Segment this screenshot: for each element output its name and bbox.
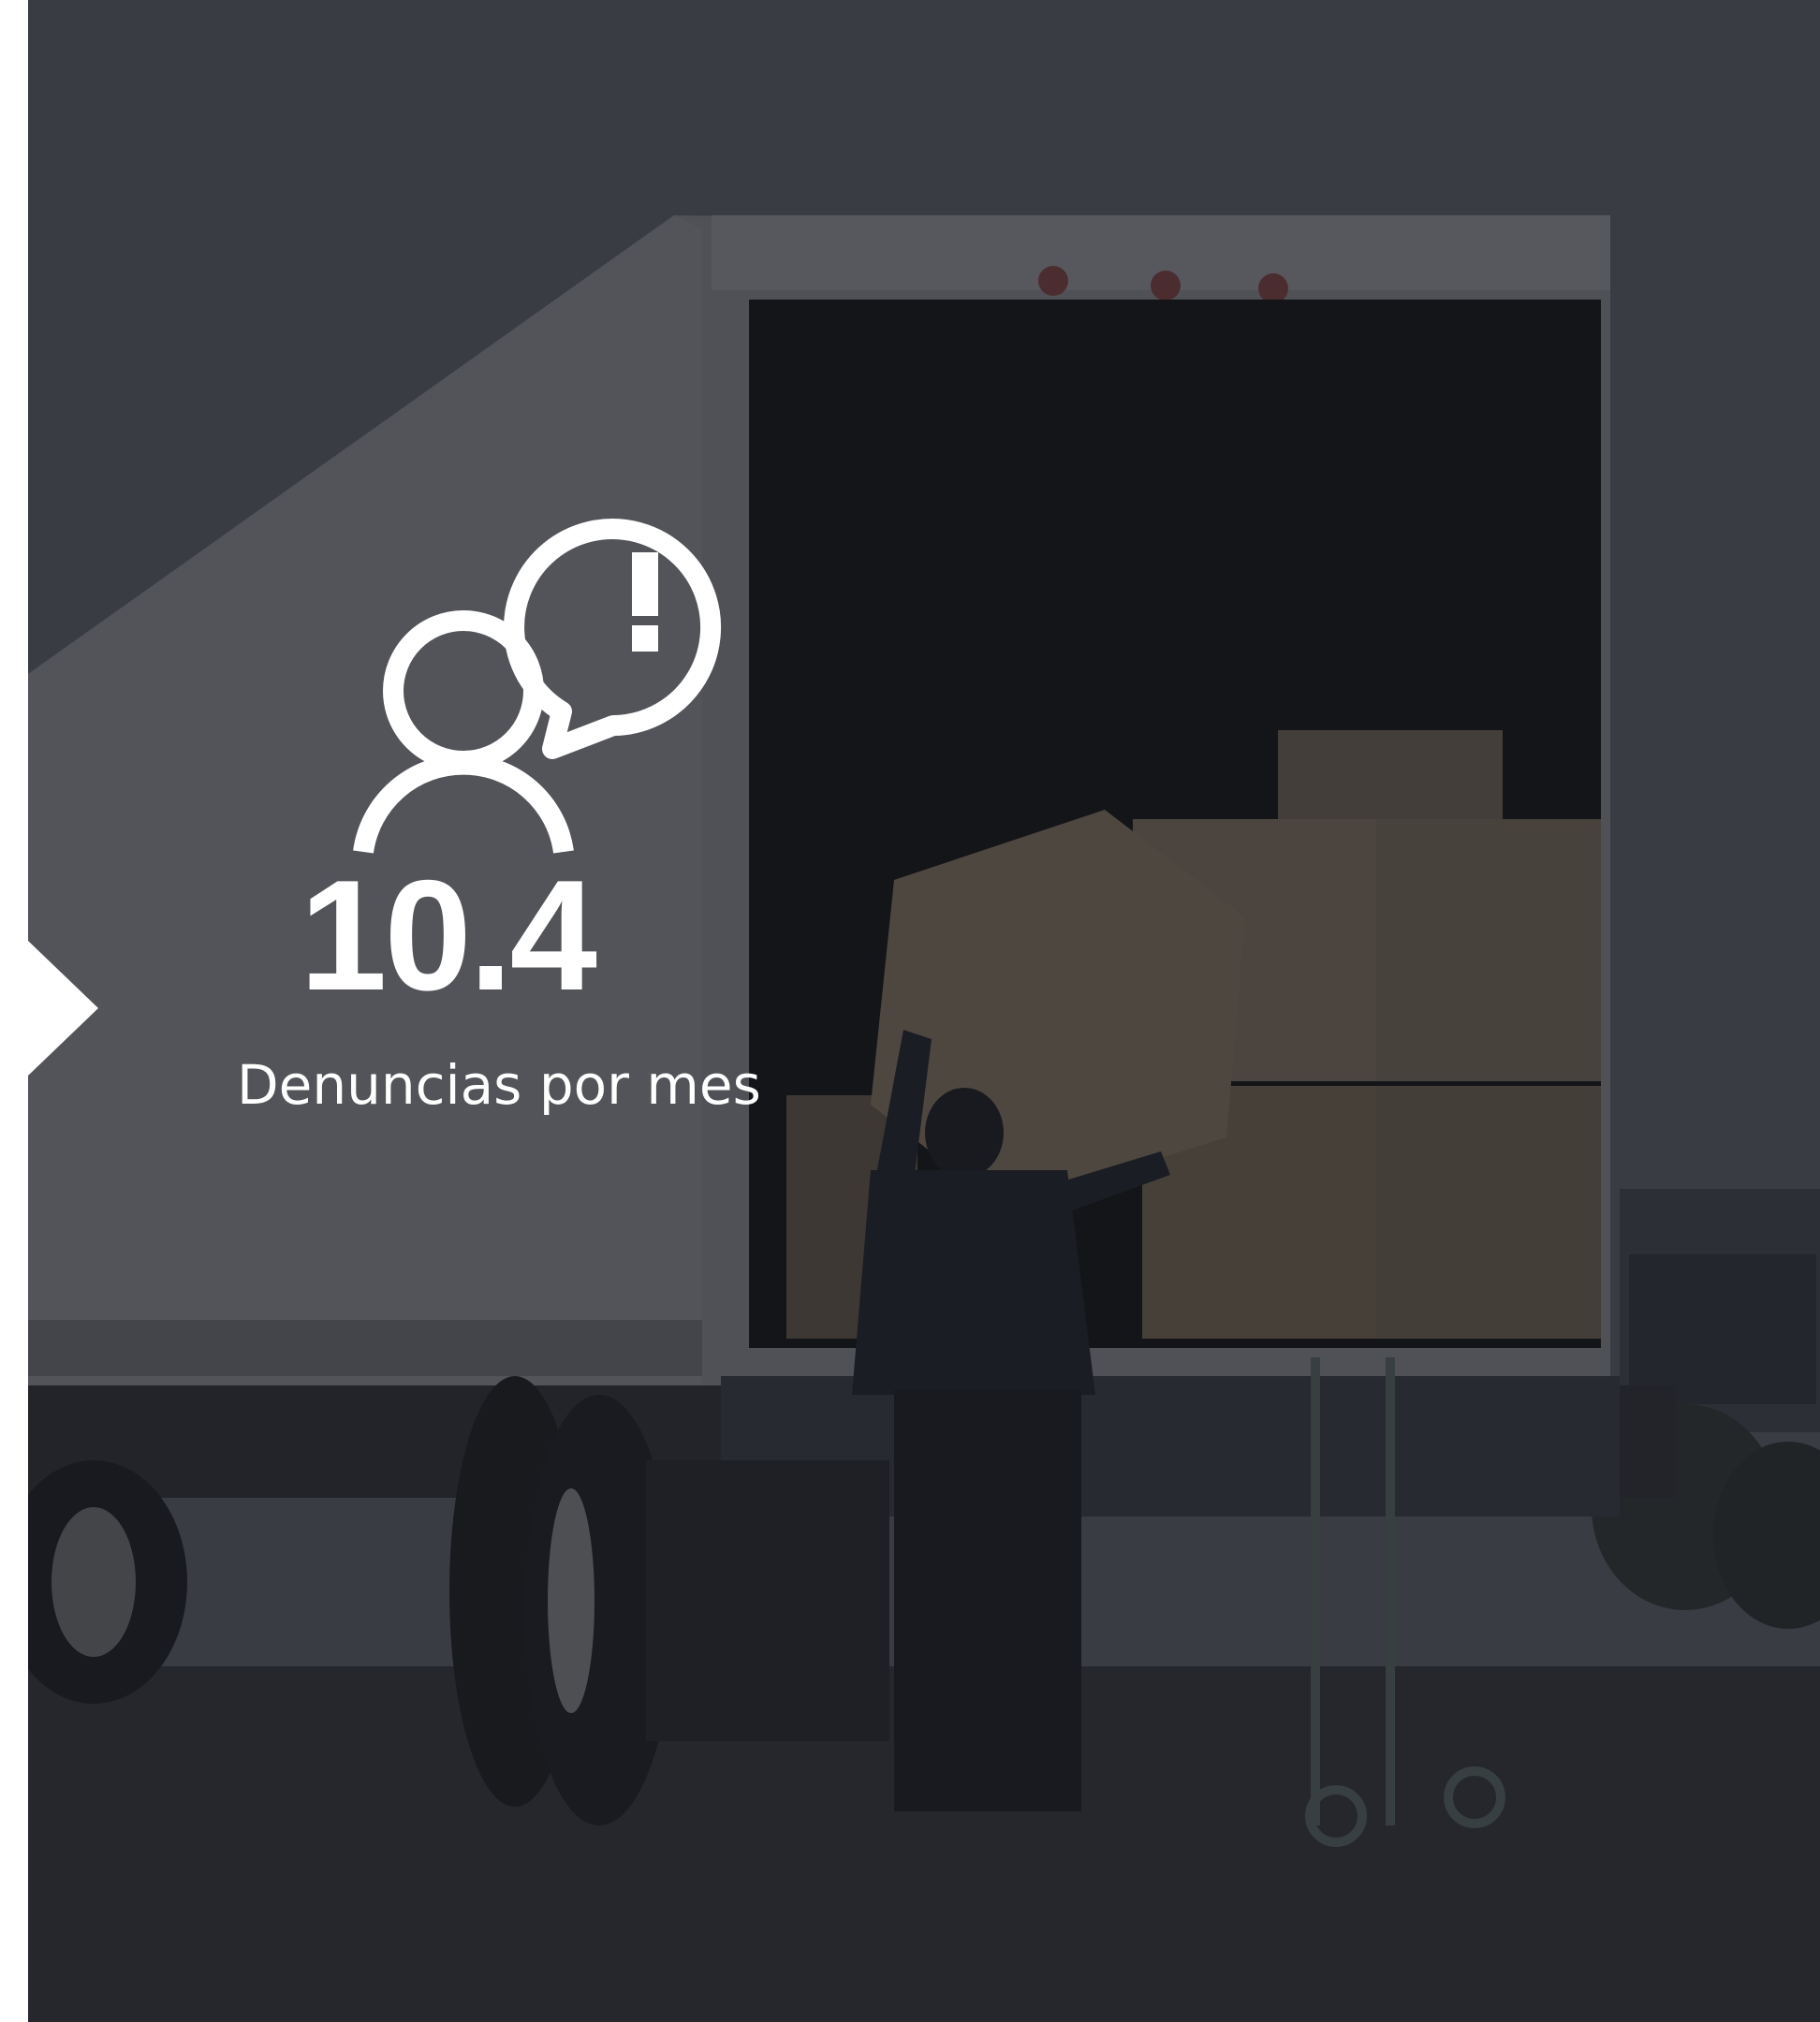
stat-label: Denuncias por mes	[237, 1053, 761, 1117]
stat-block: 10.4 Denuncias por mes	[169, 468, 843, 1142]
user-report-alert-icon	[353, 519, 722, 854]
pointer-notch	[28, 941, 98, 1076]
stat-value: 10.4	[300, 847, 597, 1023]
page: 10.4 Denuncias por mes	[0, 0, 1820, 2022]
